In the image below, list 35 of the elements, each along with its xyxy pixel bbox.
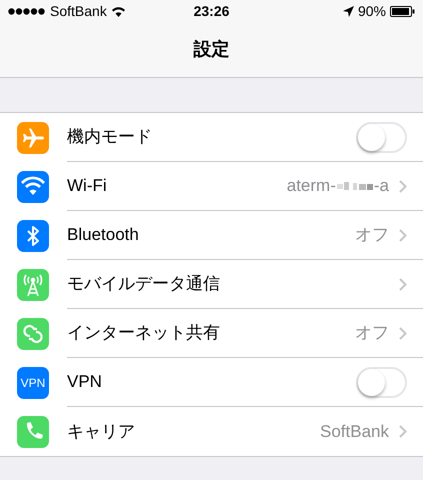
- settings-row[interactable]: Wi-Fi aterm- -a: [67, 162, 423, 211]
- wifi-network-name: aterm- -a: [286, 175, 389, 198]
- row-label: 機内モード: [67, 126, 153, 148]
- toggle-switch[interactable]: [356, 366, 407, 398]
- toggle-switch[interactable]: [356, 122, 407, 152]
- row-label: Bluetooth: [67, 224, 140, 246]
- row-value: SoftBank: [320, 420, 389, 443]
- clock-time: 23:26: [194, 2, 230, 20]
- settings-row[interactable]: Bluetooth オフ: [67, 211, 423, 260]
- row-label: インターネット共有: [67, 322, 221, 344]
- settings-row[interactable]: インターネット共有 オフ: [67, 309, 423, 358]
- row-label: VPN: [67, 371, 103, 394]
- nav-title: 設定: [194, 38, 230, 61]
- battery-percent: 90%: [358, 2, 386, 20]
- carrier-name: SoftBank: [50, 2, 107, 20]
- signal-icon: [8, 8, 46, 14]
- settings-row[interactable]: 機内モード: [67, 113, 423, 162]
- settings-row[interactable]: VPN: [67, 358, 423, 407]
- chevron-icon: [399, 326, 407, 340]
- row-value: オフ: [355, 322, 389, 344]
- location-arrow-icon: [342, 6, 354, 16]
- vpn-icon: VPN: [17, 366, 49, 398]
- battery-icon: [390, 6, 415, 16]
- chevron-icon: [399, 278, 407, 290]
- settings-row[interactable]: モバイルデータ通信: [67, 260, 423, 309]
- blurred-text-icon: [336, 180, 374, 192]
- chevron-icon: [399, 180, 407, 192]
- settings-row[interactable]: キャリア SoftBank: [67, 407, 423, 456]
- chevron-icon: [399, 228, 407, 242]
- row-label: Wi-Fi: [67, 175, 108, 198]
- row-label: モバイルデータ通信: [67, 273, 221, 296]
- row-label: キャリア: [67, 420, 136, 443]
- chevron-icon: [399, 425, 407, 438]
- row-value: オフ: [355, 224, 389, 246]
- wifi-icon: [110, 6, 126, 16]
